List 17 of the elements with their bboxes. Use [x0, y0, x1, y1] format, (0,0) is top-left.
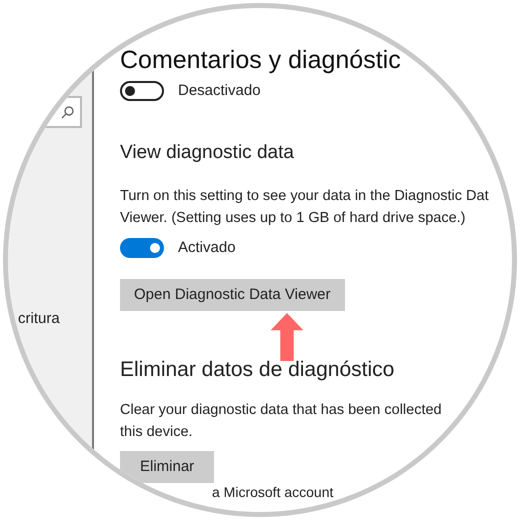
description-line: Turn on this setting to see your data in the Diagnostic Dat	[120, 186, 489, 206]
toggle-switch[interactable]	[120, 238, 164, 258]
description-line: this device.	[120, 423, 194, 442]
section-heading: Eliminar datos de diagnóstico	[120, 357, 396, 383]
toggle-label: Desactivado	[178, 81, 261, 101]
toggle-label: Activado	[178, 238, 236, 258]
toggle-switch[interactable]	[120, 81, 164, 102]
footer-text: a Microsoft account	[212, 484, 334, 500]
sidebar-item[interactable]: critura	[18, 308, 92, 330]
action-button[interactable]: Eliminar	[120, 451, 214, 483]
up-arrow	[270, 313, 304, 361]
description-line: Viewer. (Setting uses up to 1 GB of hard drive space.)	[120, 208, 467, 228]
page-title: Comentarios y diagnóstic	[120, 45, 402, 76]
description-line: Clear your diagnostic data that has been collected	[120, 401, 443, 420]
search-icon	[61, 106, 74, 118]
action-button[interactable]: Open Diagnostic Data Viewer	[120, 279, 344, 311]
section-heading: View diagnostic data	[120, 140, 295, 164]
